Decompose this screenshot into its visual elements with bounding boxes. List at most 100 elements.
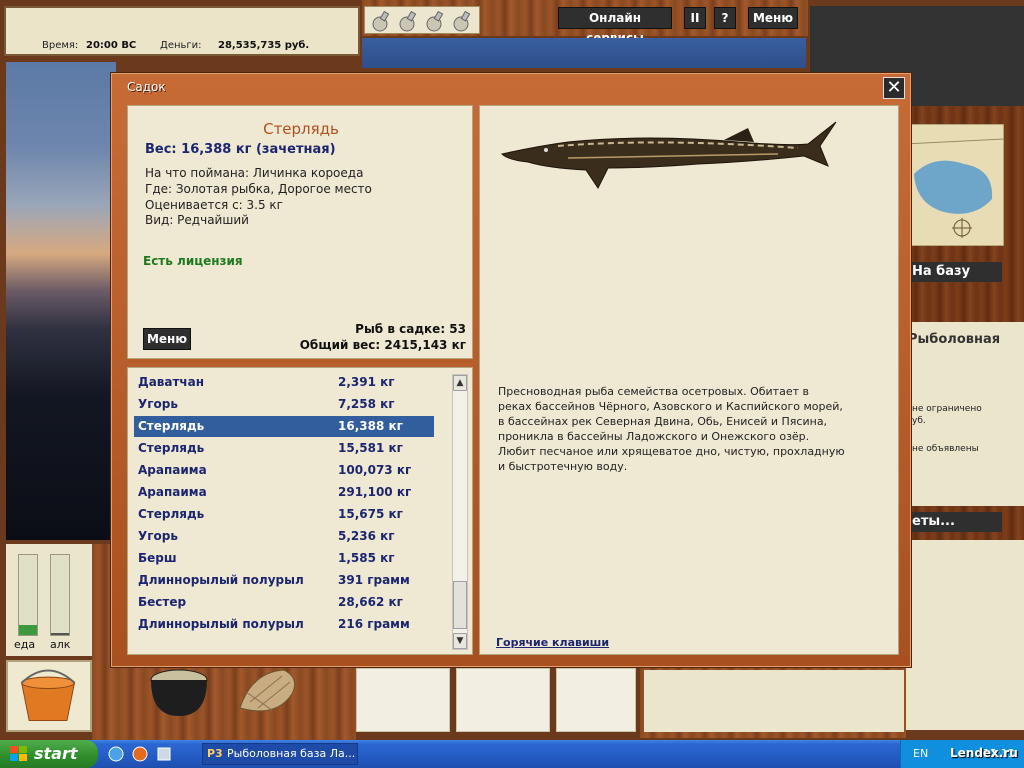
status-panel: Время: 20:00 ВС Деньги: 28,535,735 руб. [4,6,360,56]
catch-fish-name: Даватчан [138,375,205,389]
catch-list-row[interactable]: Стерлядь 16,388 кг [134,416,434,437]
time-value: 20:00 ВС [86,40,137,51]
bottom-right-panel [644,670,904,732]
close-button[interactable]: ✕ [883,77,905,99]
inventory-tray [356,668,640,732]
catch-list-row[interactable]: Угорь 7,258 кг [134,394,434,415]
catch-list-row[interactable]: Арапаима 100,073 кг [134,460,434,481]
gauges-panel: еда алк [6,544,92,656]
catch-fish-weight: 2,391 кг [338,375,395,389]
catch-list-row[interactable]: Стерлядь 15,581 кг [134,438,434,459]
catch-list-row[interactable]: Стерлядь 15,675 кг [134,504,434,525]
fish-place: Где: Золотая рыбка, Дорогое место [145,182,372,196]
windows-logo-icon [10,746,27,761]
taskbar: start Р3 Рыболовная база Ла... EN 12:13 [0,740,1024,768]
food-gauge [18,554,38,636]
catch-fish-weight: 1,585 кг [338,551,395,565]
right-lower-panel [906,540,1024,730]
fish-description: Пресноводная рыба семейства осетровых. О… [498,385,845,473]
catch-list-row[interactable]: Берш 1,585 кг [134,548,434,569]
fish-name: Стерлядь [263,120,339,138]
top-toolbar: Онлайн сервисы II ? Меню [362,0,808,45]
wood-divider [92,544,110,668]
store-line: не объявлены [912,444,979,454]
catch-fish-name: Бестер [138,595,187,609]
bottom-wood-left [92,660,356,740]
inventory-slot[interactable] [456,668,550,732]
fish-price: Оценивается с: 3.5 кг [145,198,283,212]
license-status: Есть лицензия [143,254,243,268]
store-panel: Рыболовная не ограничено уб. не объявлен… [906,322,1024,506]
sterlet-fish-image [501,121,837,189]
catch-list-row[interactable]: Арапаима 291,100 кг [134,482,434,503]
language-indicator[interactable]: EN [913,747,928,760]
catch-fish-weight: 7,258 кг [338,397,395,411]
catch-fish-name: Угорь [138,529,178,543]
fish-kind: Вид: Редчайший [145,213,249,227]
catch-list-row[interactable]: Угорь 5,236 кг [134,526,434,547]
online-services-button[interactable]: Онлайн сервисы [558,7,672,45]
time-label: Время: [42,40,79,51]
catch-fish-name: Стерлядь [138,419,205,433]
catch-list-row[interactable]: Даватчан 2,391 кг [134,372,434,393]
taskbar-window-button[interactable]: Р3 Рыболовная база Ла... [202,743,358,765]
catch-fish-name: Арапаима [138,485,207,499]
fish-description-panel: Пресноводная рыба семейства осетровых. О… [479,105,899,655]
store-title: Рыболовная [908,332,1001,347]
list-scrollbar[interactable]: ▲ ▼ [452,374,468,650]
firefox-icon[interactable] [132,746,148,762]
catch-fish-name: Берш [138,551,177,565]
fish-info-panel: Стерлядь Вес: 16,388 кг (зачетная) На чт… [127,105,473,359]
money-value: 28,535,735 руб. [218,40,310,51]
tickets-button[interactable]: еты... [906,512,1002,532]
game-task-icon: Р3 [207,747,223,760]
app-icon[interactable] [156,746,172,762]
food-label: еда [14,638,36,651]
fish-bait: На что поймана: Личинка короеда [145,166,364,180]
bait-bottle-icon[interactable] [423,9,447,33]
bucket-slot[interactable] [6,660,92,732]
browser-icon[interactable] [108,746,124,762]
bait-tray [364,6,480,34]
alcohol-label: алк [50,638,71,651]
catch-fish-name: Угорь [138,397,178,411]
scroll-down-button[interactable]: ▼ [453,633,467,649]
catch-fish-name: Стерлядь [138,507,205,521]
keepnet-dialog: Садок ✕ Стерлядь Вес: 16,388 кг (зачетна… [110,72,912,668]
catch-list-row[interactable]: Бестер 28,662 кг [134,592,434,613]
to-base-button[interactable]: На базу [906,262,1002,282]
hotkeys-link[interactable]: Горячие клавиши [496,636,609,649]
pause-button[interactable]: II [684,7,706,29]
bait-bottle-icon[interactable] [396,9,420,33]
money-label: Деньги: [160,40,202,51]
catch-fish-weight: 100,073 кг [338,463,412,477]
catch-fish-weight: 291,100 кг [338,485,412,499]
catch-list-row[interactable]: Длиннорылый полурыл 391 грамм [134,570,434,591]
help-button[interactable]: ? [714,7,736,29]
catch-fish-name: Длиннорылый полурыл [138,573,304,587]
main-menu-button[interactable]: Меню [748,7,798,29]
store-line: уб. [912,416,926,426]
catch-fish-weight: 216 грамм [338,617,410,631]
menu-button[interactable]: Меню [143,328,191,350]
catch-fish-weight: 5,236 кг [338,529,395,543]
scroll-up-button[interactable]: ▲ [453,375,467,391]
taskbar-window-label: Рыболовная база Ла... [227,747,356,760]
start-button[interactable]: start [0,740,98,768]
bait-bottle-icon[interactable] [450,9,474,33]
inventory-slot[interactable] [356,668,450,732]
scroll-thumb[interactable] [453,581,467,629]
catch-fish-name: Длиннорылый полурыл [138,617,304,631]
catch-fish-weight: 15,675 кг [338,507,403,521]
fish-count: Рыб в садке: 53 [355,322,466,336]
bait-bottle-icon[interactable] [369,9,393,33]
catch-list-row[interactable]: Длиннорылый полурыл 216 грамм [134,614,434,635]
inventory-slot[interactable] [556,668,636,732]
net-bag-icon[interactable] [232,664,304,722]
total-weight: Общий вес: 2415,143 кг [299,338,466,352]
bucket-icon [20,669,76,722]
dialog-title: Садок [127,80,166,94]
map-icon[interactable] [904,124,1004,246]
catch-list: Даватчан 2,391 кг Угорь 7,258 кг Стерлядь 16,… [127,367,473,655]
pot-icon[interactable] [146,666,212,720]
